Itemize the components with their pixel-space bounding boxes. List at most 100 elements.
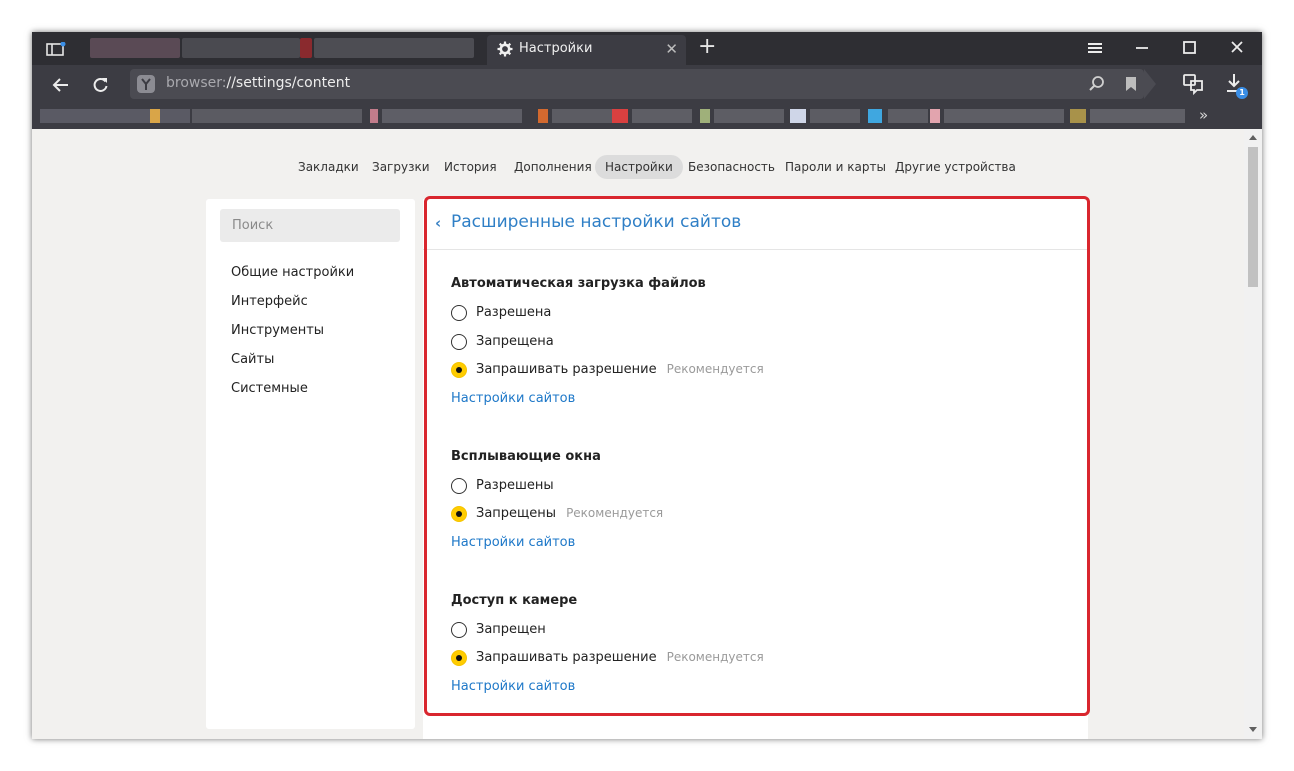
back-chevron-icon[interactable]: ‹ xyxy=(435,214,441,232)
blurred-bookmark[interactable] xyxy=(1090,109,1185,123)
url-scheme: browser: xyxy=(166,75,227,91)
maximize-icon[interactable] xyxy=(1178,38,1200,58)
radio-button-checked[interactable] xyxy=(451,650,467,666)
nav-passwords-cards[interactable]: Пароли и карты xyxy=(775,155,896,179)
blurred-bookmark[interactable] xyxy=(888,109,928,123)
section-title-auto-download: Автоматическая загрузка файлов xyxy=(451,276,706,291)
scrollbar-thumb[interactable] xyxy=(1248,147,1258,287)
top-navigation: Закладки Загрузки История Дополнения Нас… xyxy=(32,155,1244,181)
browser-chrome: Настройки ✕ + browser://settings/content… xyxy=(32,32,1262,129)
radio-label[interactable]: Запрещена xyxy=(476,334,554,349)
blurred-tab[interactable] xyxy=(90,38,180,58)
blurred-bookmark-favicon xyxy=(150,109,160,123)
menu-icon[interactable] xyxy=(1084,38,1106,58)
radio-button[interactable] xyxy=(451,478,467,494)
recommended-hint: Рекомендуется xyxy=(566,506,664,520)
bookmarks-bar: » xyxy=(32,105,1262,129)
nav-settings[interactable]: Настройки xyxy=(595,155,683,179)
address-row: browser://settings/content xyxy=(32,67,1262,103)
blurred-bookmark-favicon xyxy=(930,109,940,123)
radio-label[interactable]: Разрешена xyxy=(476,305,551,320)
downloads-count-badge: 1 xyxy=(1236,87,1248,99)
site-settings-link[interactable]: Настройки сайтов xyxy=(451,535,575,550)
site-identity-icon[interactable] xyxy=(137,75,155,93)
blurred-bookmark-favicon xyxy=(1070,109,1086,123)
blurred-bookmark[interactable] xyxy=(632,109,692,123)
recommended-hint: Рекомендуется xyxy=(666,650,764,664)
radio-button[interactable] xyxy=(451,305,467,321)
search-icon[interactable] xyxy=(1088,75,1106,97)
search-input[interactable] xyxy=(220,209,400,242)
blurred-bookmark[interactable] xyxy=(944,109,1064,123)
blurred-bookmark-favicon xyxy=(790,109,806,123)
nav-extensions[interactable]: Дополнения xyxy=(504,155,602,179)
site-settings-link[interactable]: Настройки сайтов xyxy=(451,391,575,406)
bookmarks-more-button[interactable]: » xyxy=(1199,106,1208,124)
tab-strip: Настройки ✕ + xyxy=(32,32,1262,65)
sidebar-toggle-icon[interactable] xyxy=(46,41,66,60)
radio-button[interactable] xyxy=(451,622,467,638)
scroll-up-arrow-icon[interactable] xyxy=(1249,135,1257,140)
sidebar-item-tools[interactable]: Инструменты xyxy=(231,323,324,338)
close-window-icon[interactable] xyxy=(1226,38,1248,58)
nav-other-devices[interactable]: Другие устройства xyxy=(885,155,1026,179)
sidebar-item-sites[interactable]: Сайты xyxy=(231,352,274,367)
blurred-bookmark[interactable] xyxy=(552,109,612,123)
nav-downloads[interactable]: Загрузки xyxy=(362,155,440,179)
blurred-bookmark[interactable] xyxy=(382,109,522,123)
blurred-tab-favicon xyxy=(300,38,312,58)
address-bar[interactable]: browser://settings/content xyxy=(130,69,1144,99)
tab-close-icon[interactable]: ✕ xyxy=(665,40,678,58)
advanced-site-settings-panel: ‹ Расширенные настройки сайтов Автоматич… xyxy=(423,199,1088,739)
settings-sidebar: Общие настройки Интерфейс Инструменты Са… xyxy=(206,199,415,729)
radio-label[interactable]: Запрашивать разрешение Рекомендуется xyxy=(476,362,764,377)
protect-icon[interactable] xyxy=(1182,72,1206,96)
scroll-down-arrow-icon[interactable] xyxy=(1249,727,1257,732)
blurred-bookmark-favicon xyxy=(868,109,882,123)
radio-label[interactable]: Запрещены Рекомендуется xyxy=(476,506,663,521)
sidebar-item-system[interactable]: Системные xyxy=(231,381,308,396)
radio-label[interactable]: Запрашивать разрешение Рекомендуется xyxy=(476,650,764,665)
minimize-icon[interactable] xyxy=(1131,38,1153,58)
section-title-popups: Всплывающие окна xyxy=(451,449,601,464)
new-tab-button[interactable]: + xyxy=(698,36,716,58)
section-title-camera: Доступ к камере xyxy=(451,593,578,608)
site-settings-link[interactable]: Настройки сайтов xyxy=(451,679,575,694)
page-scrollbar[interactable] xyxy=(1244,129,1262,739)
bookmark-icon[interactable] xyxy=(1124,75,1138,97)
nav-bookmarks[interactable]: Закладки xyxy=(288,155,369,179)
blurred-bookmark[interactable] xyxy=(810,109,860,123)
blurred-tab[interactable] xyxy=(182,38,300,58)
back-arrow-icon[interactable] xyxy=(51,75,71,95)
blurred-bookmark[interactable] xyxy=(714,109,784,123)
blurred-bookmark-favicon xyxy=(538,109,548,123)
radio-button[interactable] xyxy=(451,334,467,350)
sidebar-item-interface[interactable]: Интерфейс xyxy=(231,294,308,309)
blurred-bookmark[interactable] xyxy=(192,109,362,123)
reload-icon[interactable] xyxy=(91,75,111,95)
blurred-bookmark-favicon xyxy=(700,109,710,123)
gear-icon xyxy=(497,41,513,57)
settings-page: Закладки Загрузки История Дополнения Нас… xyxy=(32,129,1244,739)
blurred-tab[interactable] xyxy=(314,38,474,58)
radio-label-text: Запрашивать разрешение xyxy=(476,650,657,665)
radio-label-text: Запрещены xyxy=(476,506,557,521)
tab-title: Настройки xyxy=(519,41,593,56)
radio-label[interactable]: Разрешены xyxy=(476,478,554,493)
blurred-bookmark-favicon xyxy=(370,109,378,123)
blurred-bookmark-favicon xyxy=(612,109,628,123)
radio-label-text: Запрашивать разрешение xyxy=(476,362,657,377)
blurred-bookmark[interactable] xyxy=(40,109,190,123)
radio-button-checked[interactable] xyxy=(451,506,467,522)
url-path: //settings/content xyxy=(226,75,351,91)
tab-settings[interactable]: Настройки ✕ xyxy=(487,35,686,65)
radio-button-checked[interactable] xyxy=(451,362,467,378)
panel-header: ‹ Расширенные настройки сайтов xyxy=(423,199,1088,250)
nav-security[interactable]: Безопасность xyxy=(678,155,785,179)
nav-history[interactable]: История xyxy=(434,155,507,179)
recommended-hint: Рекомендуется xyxy=(666,362,764,376)
radio-label[interactable]: Запрещен xyxy=(476,622,546,637)
url-text[interactable]: browser://settings/content xyxy=(166,75,350,91)
sidebar-item-general[interactable]: Общие настройки xyxy=(231,265,354,280)
page-title: Расширенные настройки сайтов xyxy=(451,212,742,232)
